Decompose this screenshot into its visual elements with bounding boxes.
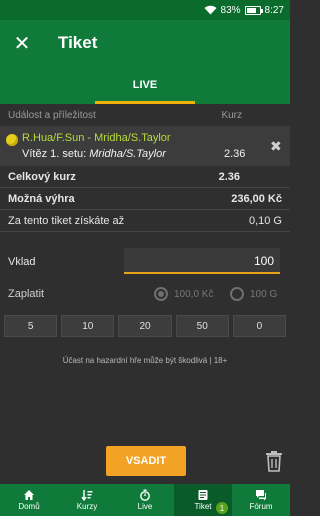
possible-win-value: 236,00 Kč [231,192,282,205]
status-bar: 83% 8:27 [0,0,290,20]
selection-value: Mridha/S.Taylor [89,148,166,160]
quick-stake-chips: 5 10 20 50 0 [4,315,287,337]
earn-value: 0,10 G [248,214,282,227]
total-odds-value: 2.36 [218,170,240,183]
nav-home[interactable]: Domů [0,484,58,516]
bottom-nav: Domů Kurzy Live Tiket 1 Fórum [0,484,290,516]
bet-event: R.Hua/F.Sun - Mridha/S.Taylor Vítěz 1. s… [0,126,290,166]
pay-option-czk[interactable]: 100,0 Kč [154,287,213,301]
pay-option-g-label: 100 G [250,288,278,300]
tennis-ball-icon [6,134,18,146]
page-title: Tiket [58,33,98,52]
nav-odds[interactable]: Kurzy [58,484,116,516]
chip-5[interactable]: 5 [4,315,58,337]
column-odds: Kurz [221,109,242,121]
clock: 8:27 [264,4,284,16]
trash-icon[interactable] [264,450,284,472]
ticket-content: Událost a příležitost Kurz R.Hua/F.Sun -… [0,104,290,232]
forum-icon [256,490,266,501]
app-bar: ✕ Tiket [0,20,290,66]
stake-row: Vklad 100 [0,248,290,276]
event-name: R.Hua/F.Sun - Mridha/S.Taylor [22,132,171,144]
total-odds-row: Celkový kurz 2.36 [0,166,290,188]
remove-icon[interactable]: ✖ [270,138,282,155]
chip-10[interactable]: 10 [61,315,115,337]
radio-empty-icon [230,287,244,301]
earn-row: Za tento tiket získáte až 0,10 G [0,210,290,232]
ticket-count-badge: 1 [216,502,228,514]
earn-label: Za tento tiket získáte až [8,214,125,227]
home-icon [24,490,34,500]
gambling-notice: Účast na hazardní hře může být škodlivá … [62,356,228,365]
nav-live-label: Live [137,502,153,511]
stake-label: Vklad [8,256,36,268]
selection-prefix: Vítěz 1. setu: [22,148,90,160]
total-odds-label: Celkový kurz [8,170,76,183]
chip-0[interactable]: 0 [232,315,287,337]
pay-label: Zaplatit [8,288,45,300]
tab-bar: LIVE [0,66,290,104]
chip-50[interactable]: 50 [175,315,229,337]
nav-home-label: Domů [18,502,40,511]
nav-ticket-label: Tiket [194,502,212,511]
radio-selected-icon [154,287,168,301]
possible-win-row: Možná výhra 236,00 Kč [0,188,290,210]
sort-icon [81,490,93,501]
column-event: Událost a příležitost [8,109,96,121]
event-odd: 2.36 [224,148,246,160]
tab-live-label: LIVE [132,79,158,91]
event-selection: Vítěz 1. setu: Mridha/S.Taylor [22,148,166,160]
ticket-icon [198,490,208,500]
pay-row: Zaplatit 100,0 Kč 100 G [0,284,290,306]
nav-live[interactable]: Live [116,484,174,516]
possible-win-label: Možná výhra [8,192,75,205]
submit-bet-button[interactable]: VSADIT [106,446,186,476]
nav-forum[interactable]: Fórum [232,484,290,516]
nav-forum-label: Fórum [249,502,273,511]
stopwatch-icon [140,489,150,501]
battery-percent: 83% [220,4,241,16]
pay-option-g[interactable]: 100 G [230,287,277,301]
nav-odds-label: Kurzy [76,502,98,511]
pay-option-czk-label: 100,0 Kč [174,288,214,300]
wifi-icon [204,5,217,15]
column-header: Událost a příležitost Kurz [0,104,290,126]
chip-20[interactable]: 20 [118,315,172,337]
stake-input[interactable]: 100 [124,248,280,274]
tab-live[interactable]: LIVE [95,66,195,104]
nav-ticket[interactable]: Tiket 1 [174,484,232,516]
close-icon[interactable]: ✕ [0,20,44,66]
battery-icon [244,5,263,15]
